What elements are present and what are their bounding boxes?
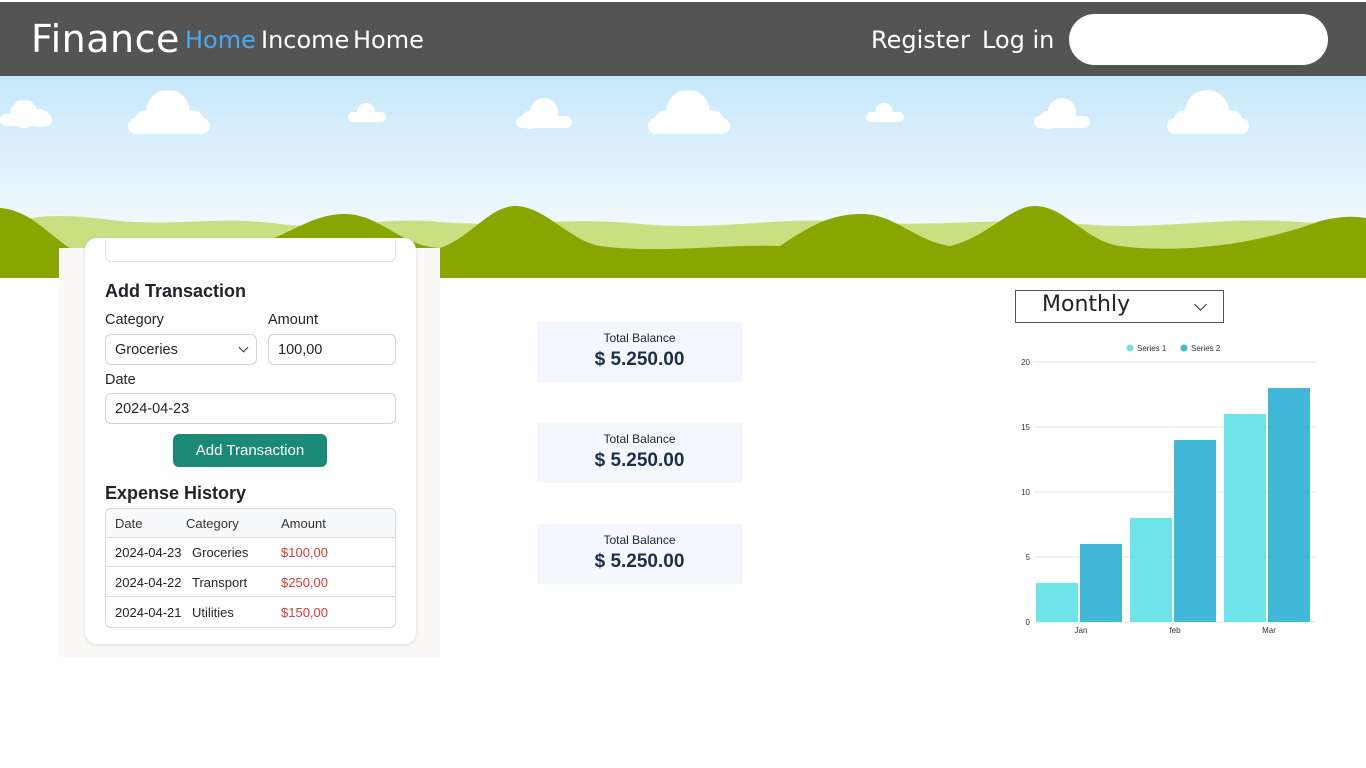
row-category: Utilities	[192, 605, 234, 620]
date-label: Date	[105, 372, 136, 388]
nav-link-home[interactable]: Home	[185, 26, 256, 54]
row-date: 2024-04-23	[115, 545, 182, 560]
bar	[1268, 388, 1310, 622]
legend-label: Series 1	[1137, 344, 1167, 353]
period-value: Monthly	[1042, 292, 1131, 317]
bar	[1130, 518, 1172, 622]
nav-link-home-2[interactable]: Home	[353, 26, 424, 54]
bar	[1080, 544, 1122, 622]
row-amount: $250,00	[281, 575, 328, 590]
legend-label: Series 2	[1191, 344, 1221, 353]
balance-label: Total Balance	[603, 533, 676, 547]
category-select[interactable]: Groceries	[105, 334, 257, 365]
collapsed-field	[105, 240, 396, 262]
search-input[interactable]	[1069, 14, 1328, 65]
table-row[interactable]: 2024-04-22 Transport $250,00	[106, 568, 395, 597]
expense-history-heading: Expense History	[105, 483, 247, 503]
nav-link-income[interactable]: Income	[261, 26, 349, 54]
balance-label: Total Balance	[603, 331, 676, 345]
expense-table: Date Category Amount 2024-04-23 Grocerie…	[105, 508, 396, 628]
amount-input[interactable]: 100,00	[268, 334, 396, 365]
bar-chart: 0 5 10 15 20 Jan feb Mar Series 1 Series 2	[1010, 335, 1330, 640]
y-tick-label: 5	[1026, 553, 1031, 562]
period-select[interactable]: Monthly	[1015, 290, 1224, 323]
legend-marker	[1180, 344, 1188, 352]
row-date: 2024-04-22	[115, 575, 182, 590]
date-value: 2024-04-23	[115, 401, 190, 417]
register-link[interactable]: Register	[871, 26, 970, 54]
category-value: Groceries	[115, 342, 178, 358]
x-tick-label: feb	[1169, 626, 1181, 635]
amount-value: 100,00	[278, 342, 323, 358]
category-label: Category	[105, 312, 164, 328]
table-row[interactable]: 2024-04-23 Groceries $100,00	[106, 538, 395, 567]
row-category: Transport	[192, 575, 248, 590]
column-header-date[interactable]: Date	[115, 516, 142, 531]
balance-card: Total Balance $ 5.250.00	[537, 322, 742, 382]
bar	[1174, 440, 1216, 622]
balance-card: Total Balance $ 5.250.00	[537, 524, 742, 584]
table-row[interactable]: 2024-04-21 Utilities $150,00	[106, 598, 395, 627]
y-tick-label: 20	[1021, 358, 1030, 367]
row-amount: $100,00	[281, 545, 328, 560]
x-tick-label: Mar	[1262, 626, 1276, 635]
balance-value: $ 5.250.00	[594, 450, 685, 471]
login-link[interactable]: Log in	[982, 26, 1054, 54]
row-date: 2024-04-21	[115, 605, 182, 620]
balance-value: $ 5.250.00	[594, 349, 685, 370]
legend-marker	[1126, 344, 1134, 352]
y-tick-label: 10	[1021, 488, 1030, 497]
x-tick-label: Jan	[1075, 626, 1088, 635]
bar	[1036, 583, 1078, 622]
amount-label: Amount	[268, 312, 318, 328]
date-input[interactable]: 2024-04-23	[105, 393, 396, 424]
brand-logo[interactable]: Finance	[31, 17, 180, 61]
add-transaction-button[interactable]: Add Transaction	[173, 434, 327, 467]
column-header-category[interactable]: Category	[186, 516, 239, 531]
chevron-down-icon	[238, 342, 249, 353]
row-amount: $150,00	[281, 605, 328, 620]
balance-label: Total Balance	[603, 432, 676, 446]
row-category: Groceries	[192, 545, 249, 560]
y-tick-label: 0	[1026, 618, 1031, 627]
table-header-row: Date Category Amount	[106, 509, 395, 538]
column-header-amount[interactable]: Amount	[281, 516, 326, 531]
bar-chart-svg: 0 5 10 15 20 Jan feb Mar Series 1 Series 2	[1021, 344, 1316, 635]
bar	[1224, 414, 1266, 622]
chevron-down-icon	[1194, 298, 1207, 311]
navbar: Finance Home Income Home Register Log in	[0, 2, 1366, 76]
balance-card: Total Balance $ 5.250.00	[537, 423, 742, 483]
add-transaction-heading: Add Transaction	[105, 281, 247, 301]
balance-value: $ 5.250.00	[594, 551, 685, 572]
y-tick-label: 15	[1021, 423, 1030, 432]
